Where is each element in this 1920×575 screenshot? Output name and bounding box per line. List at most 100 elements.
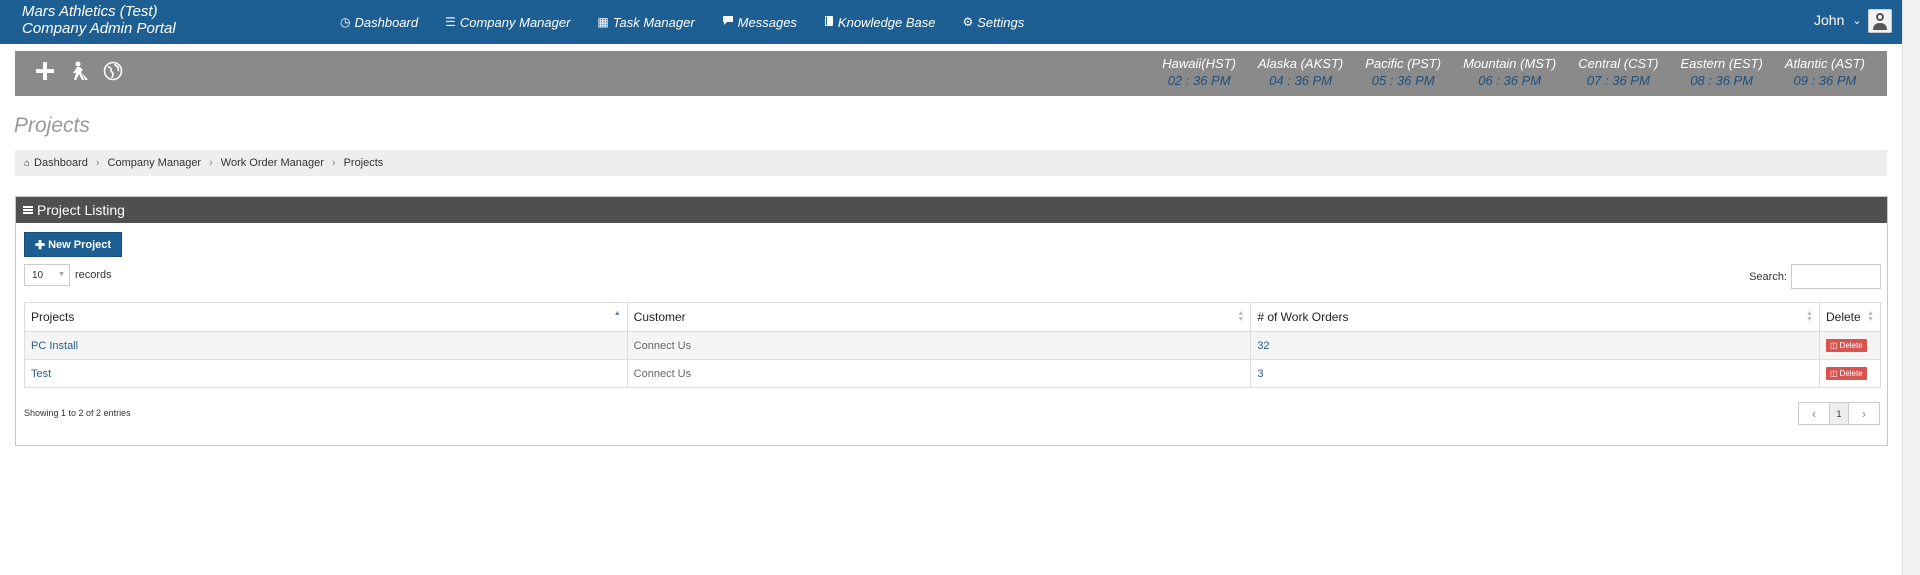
project-link[interactable]: Test bbox=[31, 368, 51, 380]
nav-item-company-manager[interactable]: ☰ Company Manager bbox=[445, 15, 570, 30]
customer-name: Connect Us bbox=[633, 367, 692, 380]
project-cell: PC Install bbox=[24, 331, 628, 360]
delete-button[interactable]: ◫ Delete bbox=[1825, 367, 1867, 380]
next-page-button[interactable]: › bbox=[1849, 403, 1879, 424]
nav-item-label: Company Manager bbox=[459, 14, 571, 30]
nav-item-dashboard[interactable]: ◷ Dashboard bbox=[340, 15, 418, 30]
user-menu[interactable]: John ⌄ bbox=[1814, 12, 1862, 28]
user-name: John bbox=[1814, 12, 1845, 28]
delete-label: Delete bbox=[1839, 341, 1863, 350]
customer-name: Connect Us bbox=[633, 339, 692, 352]
search-input[interactable] bbox=[1791, 264, 1881, 289]
delete-button[interactable]: ◫ Delete bbox=[1825, 339, 1867, 352]
page-scrollbar[interactable] bbox=[1902, 0, 1920, 575]
page-title: Projects bbox=[14, 114, 90, 137]
top-navbar: Mars Athletics (Test) Company Admin Port… bbox=[0, 0, 1902, 44]
panel-header: Project Listing bbox=[16, 197, 1887, 223]
breadcrumb-work-order-manager[interactable]: Work Order Manager bbox=[221, 157, 324, 169]
clock-time: 08 : 36 PM bbox=[1690, 73, 1754, 88]
work-orders-link[interactable]: 32 bbox=[1257, 340, 1269, 352]
nav-item-label: Settings bbox=[977, 14, 1025, 30]
delete-label: Delete bbox=[1839, 369, 1863, 378]
clock-timezone: Atlantic (AST) bbox=[1784, 56, 1865, 71]
clock-timezone: Eastern (EST) bbox=[1680, 56, 1763, 71]
clock-time: 07 : 36 PM bbox=[1586, 73, 1650, 88]
home-icon: ⌂ bbox=[24, 157, 31, 169]
trash-icon: ◫ bbox=[1829, 369, 1838, 378]
table-info: Showing 1 to 2 of 2 entries bbox=[24, 408, 131, 418]
clock-timezone: Mountain (MST) bbox=[1463, 56, 1557, 71]
list-icon bbox=[23, 206, 33, 214]
clock-mountain: Mountain (MST) 06 : 36 PM bbox=[1463, 56, 1556, 90]
records-per-page-select[interactable]: 10 ▼ bbox=[24, 264, 70, 286]
column-header-delete[interactable]: Delete ▲ ▼ bbox=[1818, 302, 1882, 332]
calendar-icon: ▦ bbox=[597, 15, 609, 29]
main-nav: ◷ Dashboard ☰ Company Manager ▦ Task Man… bbox=[340, 0, 1051, 44]
sort-icon: ▲ ▼ bbox=[1237, 310, 1245, 323]
clock-time: 02 : 36 PM bbox=[1167, 73, 1231, 88]
brand-portal-name: Company Admin Portal bbox=[22, 20, 176, 37]
breadcrumb-separator: › bbox=[331, 157, 336, 169]
search-label: Search: bbox=[1749, 270, 1787, 283]
breadcrumb-separator: › bbox=[95, 157, 100, 169]
brand-company-name: Mars Athletics (Test) bbox=[22, 3, 158, 20]
new-project-button[interactable]: ✚ New Project bbox=[24, 232, 123, 257]
records-length: 10 ▼ records bbox=[24, 264, 112, 286]
clock-timezone: Hawaii(HST) bbox=[1162, 56, 1236, 71]
breadcrumb-projects: Projects bbox=[343, 157, 384, 169]
clock-time: 09 : 36 PM bbox=[1793, 73, 1857, 88]
dashboard-icon: ◷ bbox=[340, 15, 351, 29]
nav-item-messages[interactable]: Messages bbox=[722, 15, 797, 30]
sort-icon: ▲ ▼ bbox=[1806, 310, 1813, 323]
nav-item-label: Task Manager bbox=[612, 14, 695, 30]
column-header-customer[interactable]: Customer ▲ ▼ bbox=[626, 302, 1252, 332]
avatar-icon bbox=[1873, 13, 1887, 30]
project-link[interactable]: PC Install bbox=[31, 340, 78, 352]
work-orders-link[interactable]: 3 bbox=[1257, 368, 1263, 380]
breadcrumb-separator: › bbox=[209, 157, 213, 169]
avatar[interactable] bbox=[1868, 9, 1892, 33]
worker-icon[interactable] bbox=[67, 59, 91, 83]
clock-central: Central (CST) 07 : 36 PM bbox=[1578, 56, 1658, 90]
timezone-clocks: Hawaii(HST) 02 : 36 PM Alaska (AKST) 04 … bbox=[1140, 56, 1865, 90]
clock-timezone: Pacific (PST) bbox=[1365, 56, 1442, 71]
projects-table: Projects ▲ Customer ▲ ▼ # of Work Orders … bbox=[24, 302, 1882, 388]
column-header-label: Customer bbox=[633, 310, 686, 324]
table-header-row: Projects ▲ Customer ▲ ▼ # of Work Orders … bbox=[24, 302, 1882, 332]
nav-item-knowledge-base[interactable]: Knowledge Base bbox=[824, 15, 936, 30]
clock-pacific: Pacific (PST) 05 : 36 PM bbox=[1365, 56, 1441, 90]
work-orders-cell: 32 bbox=[1250, 331, 1820, 360]
table-row: Test Connect Us 3 ◫ Delete bbox=[24, 359, 1882, 388]
book-icon bbox=[824, 15, 834, 30]
column-header-work-orders[interactable]: # of Work Orders ▲ ▼ bbox=[1250, 302, 1820, 332]
breadcrumb-company-manager[interactable]: Company Manager bbox=[108, 157, 202, 169]
sort-icon: ▲ ▼ bbox=[1867, 310, 1874, 323]
nav-item-task-manager[interactable]: ▦ Task Manager bbox=[597, 15, 694, 30]
nav-item-settings[interactable]: ⚙ Settings bbox=[963, 15, 1025, 30]
breadcrumb: ⌂ Dashboard › Company Manager › Work Ord… bbox=[15, 150, 1887, 176]
globe-icon[interactable] bbox=[101, 59, 125, 83]
project-cell: Test bbox=[24, 359, 628, 388]
customer-cell: Connect Us bbox=[626, 359, 1252, 388]
delete-cell: ◫ Delete bbox=[1818, 331, 1882, 360]
records-per-page-value: 10 bbox=[32, 269, 44, 281]
page-1-button[interactable]: 1 bbox=[1829, 403, 1849, 424]
caret-down-icon: ▼ bbox=[58, 271, 65, 278]
customer-cell: Connect Us bbox=[626, 331, 1252, 360]
previous-page-button[interactable]: ‹ bbox=[1799, 403, 1829, 424]
clock-alaska: Alaska (AKST) 04 : 36 PM bbox=[1258, 56, 1343, 90]
chevron-down-icon: ⌄ bbox=[1852, 14, 1862, 27]
table-row: PC Install Connect Us 32 ◫ Delete bbox=[24, 331, 1882, 360]
column-header-label: # of Work Orders bbox=[1257, 310, 1349, 324]
brand[interactable]: Mars Athletics (Test) Company Admin Port… bbox=[22, 3, 176, 37]
column-header-label: Delete bbox=[1825, 310, 1861, 324]
column-header-label: Projects bbox=[31, 310, 75, 324]
toolbar-icons bbox=[33, 59, 135, 83]
plus-icon[interactable] bbox=[33, 59, 57, 83]
clock-toolbar: Hawaii(HST) 02 : 36 PM Alaska (AKST) 04 … bbox=[15, 51, 1887, 96]
list-icon: ☰ bbox=[445, 15, 456, 29]
table-search: Search: bbox=[1749, 264, 1881, 289]
nav-item-label: Dashboard bbox=[354, 14, 419, 30]
breadcrumb-dashboard[interactable]: Dashboard bbox=[34, 157, 88, 169]
column-header-projects[interactable]: Projects ▲ bbox=[24, 302, 628, 332]
